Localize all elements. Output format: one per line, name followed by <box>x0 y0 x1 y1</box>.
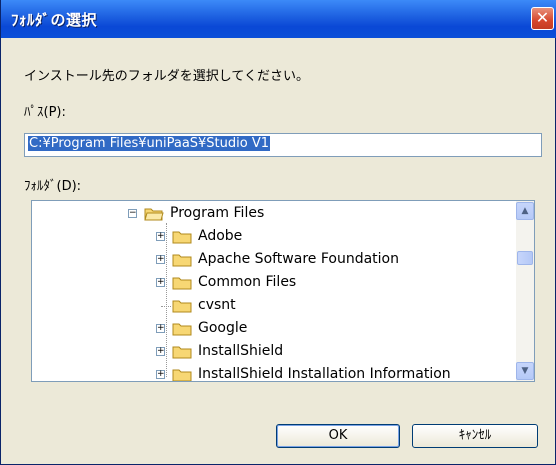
scroll-thumb[interactable] <box>517 251 533 265</box>
tree-item[interactable]: + InstallShield Installation Information <box>32 365 516 382</box>
tree-item-label: Common Files <box>198 274 297 290</box>
tree-item[interactable]: + InstallShield <box>32 342 516 364</box>
tree-item-label: Apache Software Foundation <box>198 251 399 267</box>
tree-item-label: InstallShield <box>198 343 284 359</box>
folder-icon <box>172 231 192 244</box>
expand-icon[interactable]: + <box>156 324 165 333</box>
folder-icon <box>172 369 192 381</box>
tree-item[interactable]: − Program Files <box>32 204 516 226</box>
collapse-icon[interactable]: − <box>128 209 137 218</box>
tree-item-label: Adobe <box>198 228 243 244</box>
expand-icon[interactable]: + <box>156 370 165 379</box>
path-input[interactable]: C:¥Program Files¥uniPaaS¥Studio V1 <box>24 133 542 157</box>
folder-icon <box>172 254 192 267</box>
folder-icon <box>172 300 192 313</box>
tree-item-label: InstallShield Installation Information <box>198 366 451 382</box>
close-icon: ✕ <box>535 8 550 27</box>
vertical-scrollbar[interactable]: ▲ ▼ <box>516 201 534 381</box>
folder-icon <box>172 277 192 290</box>
folder-open-icon <box>144 208 164 221</box>
ok-button[interactable]: OK <box>276 424 400 448</box>
folder-select-dialog: ﾌｫﾙﾀﾞの選択 ✕ インストール先のフォルダを選択してください。 ﾊﾟｽ(P)… <box>0 0 556 465</box>
tree-item-label: Program Files <box>170 205 265 221</box>
tree-item[interactable]: + Google <box>32 319 516 341</box>
tree-item[interactable]: + Common Files <box>32 273 516 295</box>
scroll-down-button[interactable]: ▼ <box>516 362 534 380</box>
expand-icon[interactable]: + <box>156 278 165 287</box>
tree-item-label: Google <box>198 320 248 336</box>
expand-icon[interactable]: + <box>156 255 165 264</box>
path-value: C:¥Program Files¥uniPaaS¥Studio V1 <box>28 136 271 151</box>
expand-icon[interactable]: + <box>156 232 165 241</box>
tree-connector <box>161 306 171 307</box>
title-bar[interactable]: ﾌｫﾙﾀﾞの選択 ✕ <box>1 0 556 38</box>
arrow-down-icon: ▼ <box>521 366 529 376</box>
path-label: ﾊﾟｽ(P): <box>24 105 66 120</box>
scroll-up-button[interactable]: ▲ <box>516 202 534 220</box>
tree-item[interactable]: + Adobe <box>32 227 516 249</box>
folder-icon <box>172 346 192 359</box>
tree-item[interactable]: cvsnt <box>32 296 516 318</box>
tree-item[interactable]: + Apache Software Foundation <box>32 250 516 272</box>
close-button[interactable]: ✕ <box>531 7 554 30</box>
tree-item-label: cvsnt <box>198 297 236 313</box>
dialog-title: ﾌｫﾙﾀﾞの選択 <box>11 11 98 29</box>
instruction-text: インストール先のフォルダを選択してください。 <box>24 69 309 84</box>
expand-icon[interactable]: + <box>156 347 165 356</box>
folder-label: ﾌｫﾙﾀﾞ(D): <box>24 179 82 194</box>
folder-icon <box>172 323 192 336</box>
folder-tree[interactable]: − Program Files + Adobe + Apache Softwar… <box>31 200 535 382</box>
arrow-up-icon: ▲ <box>521 206 529 216</box>
cancel-button[interactable]: ｷｬﾝｾﾙ <box>412 424 538 448</box>
